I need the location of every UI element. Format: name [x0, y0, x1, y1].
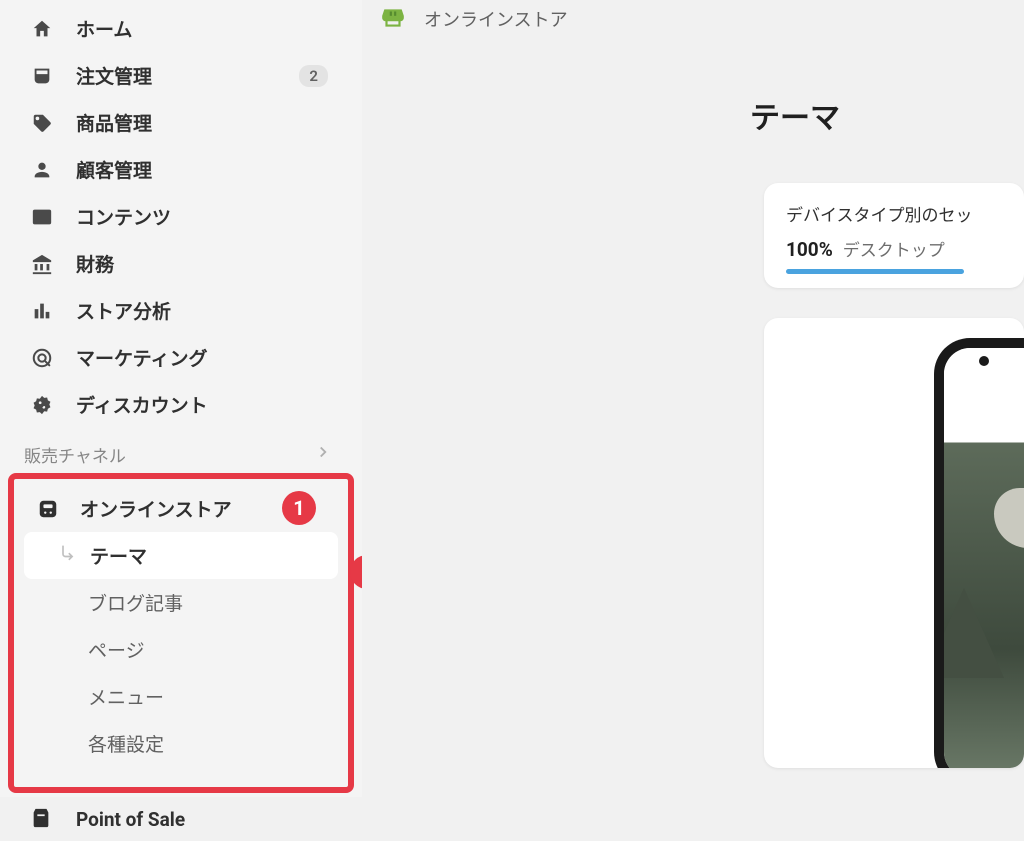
nav-orders[interactable]: 注文管理 2 [0, 52, 362, 99]
sessions-value: 100% [786, 238, 833, 261]
nav-label: ホーム [76, 15, 132, 42]
person-icon [30, 158, 54, 182]
inbox-icon [30, 64, 54, 88]
nav-label: 財務 [76, 250, 114, 277]
nav-pos[interactable]: Point of Sale [0, 793, 362, 841]
subnav-label: ブログ記事 [88, 589, 183, 616]
chevron-right-icon[interactable] [314, 443, 332, 466]
channels-label: 販売チャネル [24, 442, 126, 467]
camera-icon [979, 356, 989, 366]
subnav-label: メニュー [88, 683, 164, 710]
subnav-themes[interactable]: テーマ [24, 532, 338, 579]
pos-icon [30, 807, 54, 831]
chart-icon [30, 299, 54, 323]
subnav-pages[interactable]: ページ [14, 626, 348, 673]
page-title: テーマ [750, 93, 1024, 137]
nav-content[interactable]: コンテンツ [0, 193, 362, 240]
target-icon [30, 346, 54, 370]
nav-label: 商品管理 [76, 109, 152, 136]
nav-label: Point of Sale [76, 808, 185, 831]
sessions-label: デスクトップ [843, 236, 945, 261]
nav-home[interactable]: ホーム [0, 5, 362, 52]
orders-badge: 2 [299, 65, 328, 87]
phone-frame [934, 338, 1024, 768]
subnav-preferences[interactable]: 各種設定 [14, 720, 348, 767]
tree-branch-icon [58, 544, 80, 568]
main-content: オンラインストア テーマ デバイスタイプ別のセッ 100% デスクトップ [362, 0, 1024, 797]
subnav-menu[interactable]: メニュー [14, 673, 348, 720]
theme-preview-card [764, 318, 1024, 768]
bank-icon [30, 252, 54, 276]
store-icon [36, 497, 60, 521]
nav-label: ストア分析 [76, 297, 171, 324]
discount-icon [30, 393, 54, 417]
nav-label: ディスカウント [76, 391, 208, 418]
home-icon [30, 17, 54, 41]
store-breadcrumb-icon [380, 5, 408, 33]
sessions-stat: 100% デスクトップ [786, 236, 1002, 261]
nav-label: 注文管理 [76, 62, 152, 89]
nav-products[interactable]: 商品管理 [0, 99, 362, 146]
nav-label: オンラインストア [80, 495, 232, 522]
image-icon [30, 205, 54, 229]
channels-header: 販売チャネル [0, 428, 362, 473]
subnav-label: 各種設定 [88, 730, 164, 757]
sessions-card-title: デバイスタイプ別のセッ [786, 201, 1002, 226]
preview-shape [994, 488, 1024, 548]
tag-icon [30, 111, 54, 135]
nav-label: マーケティング [76, 344, 207, 371]
nav-label: コンテンツ [76, 203, 171, 230]
nav-marketing[interactable]: マーケティング [0, 334, 362, 381]
breadcrumb: オンラインストア [380, 5, 1024, 33]
sidebar: ホーム 注文管理 2 商品管理 顧客管理 コンテンツ 財務 [0, 0, 362, 797]
breadcrumb-label: オンラインストア [424, 6, 568, 32]
nav-analytics[interactable]: ストア分析 [0, 287, 362, 334]
subnav-label: ページ [88, 636, 145, 663]
sessions-card: デバイスタイプ別のセッ 100% デスクトップ [764, 183, 1024, 288]
subnav-blog[interactable]: ブログ記事 [14, 579, 348, 626]
sessions-bar [786, 269, 964, 274]
annotation-badge-1: 1 [282, 491, 316, 525]
preview-shape [934, 588, 1004, 678]
nav-label: 顧客管理 [76, 156, 152, 183]
nav-finance[interactable]: 財務 [0, 240, 362, 287]
phone-screen [944, 348, 1024, 768]
subnav-label: テーマ [90, 542, 147, 569]
annotation-highlight: オンラインストア テーマ ブログ記事 ページ メニュー 各種設定 1 2 [8, 473, 354, 793]
nav-customers[interactable]: 顧客管理 [0, 146, 362, 193]
nav-discounts[interactable]: ディスカウント [0, 381, 362, 428]
